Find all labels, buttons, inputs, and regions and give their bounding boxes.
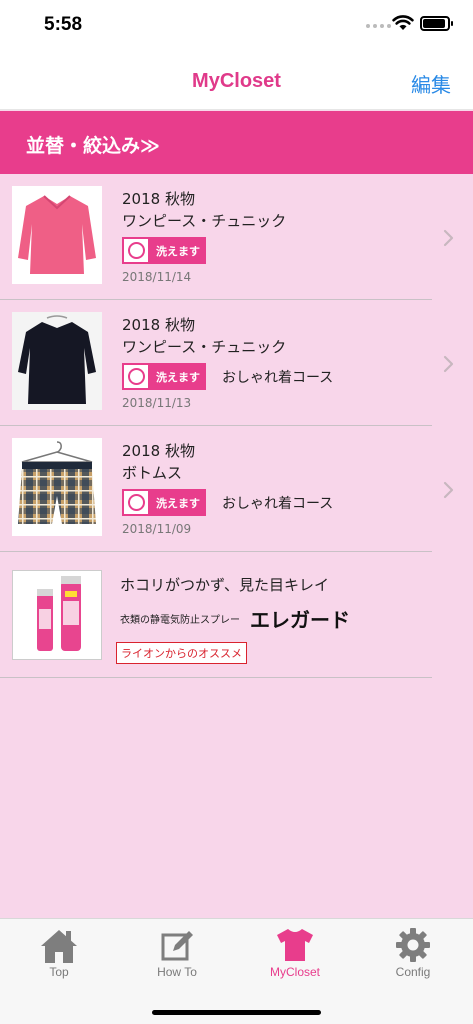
list-item[interactable]: 2018 秋物 ワンピース・チュニック 洗えます おしゃれ着コース 2018/1… (0, 300, 473, 426)
tab-label: MyCloset (269, 965, 320, 979)
list-item[interactable]: 2018 秋物 ワンピース・チュニック 洗えます 2018/11/14 (0, 174, 473, 300)
list-item[interactable]: 2018 秋物 ボトムス 洗えます おしゃれ着コース 2018/11/09 (0, 426, 473, 552)
wash-course: おしゃれ着コース (222, 496, 334, 512)
washable-label: 洗えます (150, 237, 206, 264)
washable-label: 洗えます (150, 489, 206, 516)
chevron-right-icon (443, 481, 454, 499)
tab-bar: Top How To MyCloset Config (0, 918, 473, 1024)
edit-icon (161, 931, 193, 961)
signal-icon (366, 24, 391, 28)
tab-label: Top (49, 965, 69, 979)
washable-badge: 洗えます (122, 363, 206, 390)
washable-badge: 洗えます (122, 489, 206, 516)
wifi-icon (392, 15, 414, 30)
status-bar: 5:58 (0, 0, 473, 50)
item-season: 2018 秋物 (122, 316, 195, 334)
chevron-right-icon (443, 229, 454, 247)
page-title: MyCloset (192, 70, 281, 92)
circle-icon (122, 237, 150, 264)
wash-course: おしゃれ着コース (222, 370, 334, 386)
home-indicator (152, 1010, 321, 1015)
washable-label: 洗えます (150, 363, 206, 390)
ad-headline: ホコリがつかず、見た目キレイ (120, 576, 329, 594)
black-dress-image (12, 312, 102, 410)
item-category: ワンピース・チュニック (122, 212, 287, 230)
item-thumbnail (12, 438, 102, 536)
sort-filter-button[interactable]: 並替・絞込み≫ (26, 131, 160, 158)
ad-banner[interactable]: ホコリがつかず、見た目キレイ 衣類の静電気防止スプレー エレガード ライオンから… (0, 552, 473, 678)
battery-icon (420, 16, 453, 31)
plaid-shorts-image (12, 438, 102, 536)
item-date: 2018/11/13 (122, 396, 192, 410)
circle-icon (122, 489, 150, 516)
tab-label: How To (157, 965, 197, 979)
item-date: 2018/11/14 (122, 270, 192, 284)
ad-tag: ライオンからのオススメ (116, 642, 247, 664)
item-date: 2018/11/09 (122, 522, 192, 536)
ad-subtitle: 衣類の静電気防止スプレー (120, 615, 240, 626)
home-icon (41, 930, 77, 963)
ad-brand: エレガード (250, 608, 350, 632)
tab-mycloset[interactable]: MyCloset (236, 919, 354, 989)
ad-product-image (12, 570, 102, 660)
gear-icon (396, 928, 430, 962)
item-category: ワンピース・チュニック (122, 338, 287, 356)
item-season: 2018 秋物 (122, 190, 195, 208)
chevron-right-icon (443, 355, 454, 373)
nav-bar: MyCloset 編集 (0, 50, 473, 110)
washable-badge: 洗えます (122, 237, 206, 264)
tab-label: Config (395, 965, 431, 979)
tab-top[interactable]: Top (0, 919, 118, 989)
status-time: 5:58 (44, 14, 83, 35)
item-season: 2018 秋物 (122, 442, 195, 460)
item-category: ボトムス (122, 464, 183, 482)
tab-config[interactable]: Config (354, 919, 472, 989)
closet-list: 2018 秋物 ワンピース・チュニック 洗えます 2018/11/14 2018… (0, 174, 473, 678)
tab-how-to[interactable]: How To (118, 919, 236, 989)
pink-tunic-image (12, 186, 102, 284)
tshirt-icon (277, 929, 313, 961)
item-thumbnail (12, 186, 102, 284)
circle-icon (122, 363, 150, 390)
item-thumbnail (12, 312, 102, 410)
sort-filter-bar[interactable]: 並替・絞込み≫ (0, 111, 473, 174)
edit-button[interactable]: 編集 (411, 69, 451, 98)
